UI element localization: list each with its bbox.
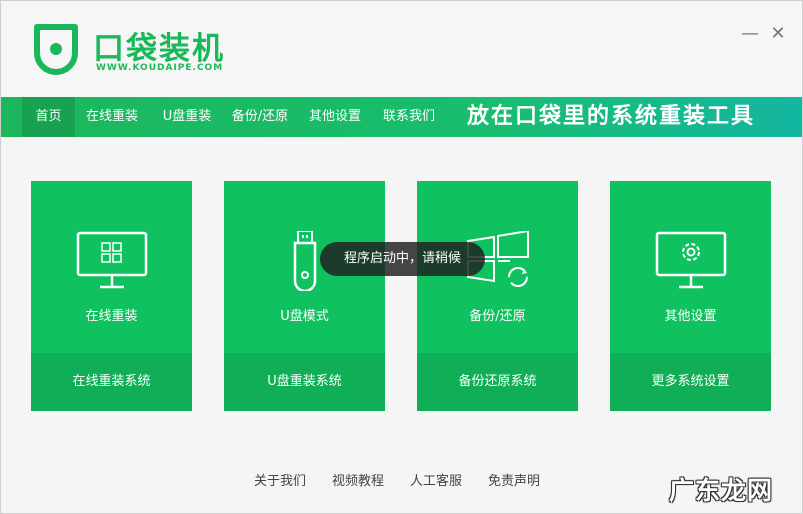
footer-link-disclaimer[interactable]: 免责声明 xyxy=(488,470,540,489)
card-title: U盘模式 xyxy=(280,309,329,324)
brand-url: WWW.KOUDAIPE.COM xyxy=(96,63,224,73)
nav-bar: 首页 在线重装 U盘重装 备份/还原 其他设置 联系我们 放在口袋里的系统重装工… xyxy=(1,97,802,137)
card-top[interactable]: 在线重装 xyxy=(31,181,192,353)
card-action-usb-reinstall-system[interactable]: U盘重装系统 xyxy=(224,353,385,411)
footer-link-customer-service[interactable]: 人工客服 xyxy=(410,470,462,489)
nav-item-backup-restore[interactable]: 备份/还原 xyxy=(227,97,293,137)
card-usb-mode[interactable]: U盘模式 U盘重装系统 xyxy=(224,181,385,411)
monitor-gear-icon xyxy=(655,231,727,289)
title-bar: 口袋装机 WWW.KOUDAIPE.COM — ✕ xyxy=(1,1,802,97)
card-online-reinstall[interactable]: 在线重装 在线重装系统 xyxy=(31,181,192,411)
loading-toast: 程序启动中，请稍候 xyxy=(320,242,485,276)
card-top[interactable]: 其他设置 xyxy=(610,181,771,353)
footer-link-video-tutorial[interactable]: 视频教程 xyxy=(332,470,384,489)
nav-item-online-reinstall[interactable]: 在线重装 xyxy=(80,97,144,137)
card-action-online-reinstall-system[interactable]: 在线重装系统 xyxy=(31,353,192,411)
card-other-settings[interactable]: 其他设置 更多系统设置 xyxy=(610,181,771,411)
brand-name: 口袋装机 xyxy=(93,31,225,67)
card-title: 其他设置 xyxy=(664,309,717,324)
nav-item-home[interactable]: 首页 xyxy=(22,97,75,137)
card-action-more-system-settings[interactable]: 更多系统设置 xyxy=(610,353,771,411)
card-backup-restore[interactable]: 备份/还原 备份还原系统 xyxy=(417,181,578,411)
minimize-button[interactable]: — xyxy=(741,25,759,43)
slogan: 放在口袋里的系统重装工具 xyxy=(467,104,756,129)
nav-item-usb-reinstall[interactable]: U盘重装 xyxy=(156,97,218,137)
watermark: 广东龙网 xyxy=(669,476,774,505)
card-title: 在线重装 xyxy=(85,309,138,324)
monitor-windows-icon xyxy=(76,231,148,289)
card-title: 备份/还原 xyxy=(469,309,526,324)
pocket-logo-icon xyxy=(34,24,78,75)
nav-item-contact-us[interactable]: 联系我们 xyxy=(377,97,441,137)
close-button[interactable]: ✕ xyxy=(769,25,787,43)
app-window: 口袋装机 WWW.KOUDAIPE.COM — ✕ 首页 在线重装 U盘重装 备… xyxy=(0,0,803,514)
card-action-backup-restore-system[interactable]: 备份还原系统 xyxy=(417,353,578,411)
nav-item-other-settings[interactable]: 其他设置 xyxy=(303,97,367,137)
footer-link-about-us[interactable]: 关于我们 xyxy=(254,470,306,489)
